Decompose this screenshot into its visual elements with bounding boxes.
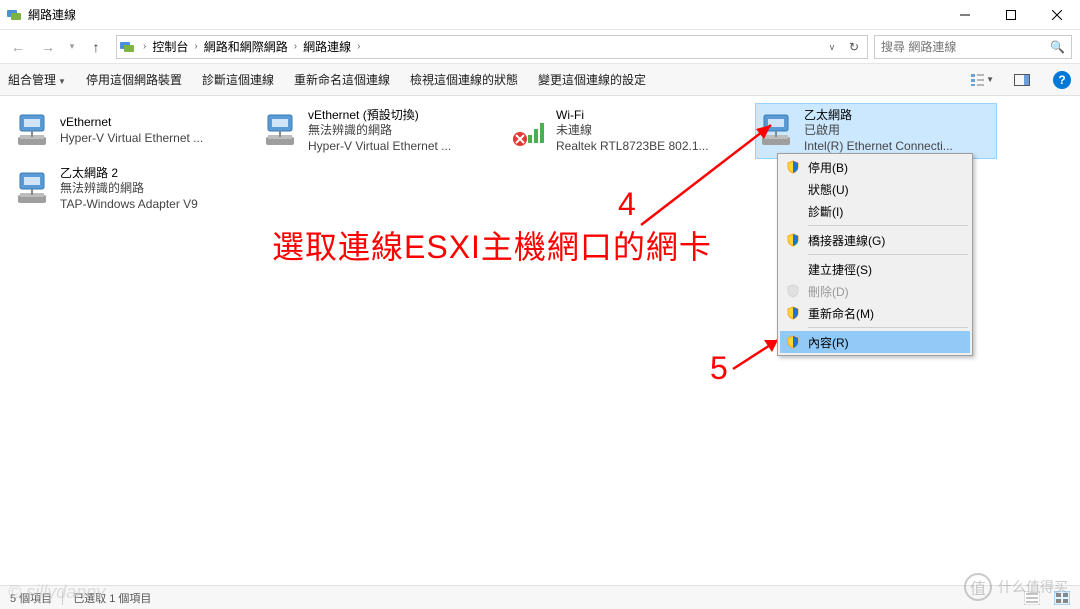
annotation-number-4: 4 [618, 186, 636, 223]
connection-name: vEthernet (預設切換) [308, 108, 498, 124]
connection-status: 已啟用 [804, 123, 994, 139]
connection-ethernet[interactable]: 乙太網路 已啟用 Intel(R) Ethernet Connecti... [756, 104, 996, 158]
connection-name: vEthernet [60, 115, 250, 131]
menu-label: 停用(B) [808, 159, 848, 176]
up-button[interactable]: ↑ [82, 33, 110, 61]
close-button[interactable] [1034, 0, 1080, 30]
help-icon: ? [1053, 71, 1071, 89]
back-button[interactable]: ← [4, 33, 32, 61]
menu-rename[interactable]: 重新命名(M) [780, 302, 970, 324]
context-menu: 停用(B) 狀態(U) 診斷(I) 橋接器連線(G) 建立捷徑(S) 刪除(D)… [777, 153, 973, 356]
shield-icon [786, 335, 800, 349]
annotation-arrow-4 [636, 115, 786, 235]
minimize-button[interactable] [942, 0, 988, 30]
address-bar[interactable]: › 控制台 › 網路和網際網路 › 網路連線 › v ↻ [116, 35, 868, 59]
shield-icon [786, 284, 800, 298]
network-window-icon [6, 7, 22, 23]
crumb-control-panel[interactable]: 控制台 [150, 38, 190, 55]
chevron-icon: › [290, 41, 301, 52]
search-input[interactable] [881, 40, 1050, 54]
help-button[interactable]: ? [1050, 68, 1074, 92]
connection-ethernet-2[interactable]: 乙太網路 2 無法辨識的網路 TAP-Windows Adapter V9 [12, 162, 252, 216]
menu-label: 內容(R) [808, 334, 849, 351]
annotation-number-5: 5 [710, 350, 728, 387]
menu-shortcut[interactable]: 建立捷徑(S) [780, 258, 970, 280]
window-title: 網路連線 [28, 6, 942, 23]
preview-pane-button[interactable] [1010, 68, 1034, 92]
status-bar: 5 個項目 已選取 1 個項目 [0, 585, 1080, 609]
shield-icon [786, 306, 800, 320]
network-adapter-icon [262, 111, 302, 151]
menu-label: 重新命名(M) [808, 305, 874, 322]
view-status-button[interactable]: 檢視這個連線的狀態 [408, 67, 520, 92]
menu-label: 刪除(D) [808, 283, 849, 300]
connection-status: 無法辨識的網路 [60, 181, 250, 197]
network-adapter-icon [14, 111, 54, 151]
view-options-button[interactable]: ▼ [970, 68, 994, 92]
menu-label: 建立捷徑(S) [808, 261, 872, 278]
menu-separator [808, 225, 968, 226]
connection-device: Hyper-V Virtual Ethernet ... [60, 131, 250, 147]
menu-disable[interactable]: 停用(B) [780, 156, 970, 178]
maximize-button[interactable] [988, 0, 1034, 30]
chevron-icon: › [353, 41, 364, 52]
rename-connection-button[interactable]: 重新命名這個連線 [292, 67, 392, 92]
organize-dropdown[interactable]: 組合管理▼ [6, 67, 68, 92]
connection-name: 乙太網路 2 [60, 166, 250, 182]
connection-vethernet[interactable]: vEthernet Hyper-V Virtual Ethernet ... [12, 104, 252, 158]
menu-label: 橋接器連線(G) [808, 232, 885, 249]
watermark-brand-icon: 值 [964, 573, 992, 601]
watermark-brand-text: 什么值得买 [998, 577, 1068, 597]
network-adapter-icon [14, 169, 54, 209]
chevron-icon: › [190, 41, 201, 52]
menu-status[interactable]: 狀態(U) [780, 178, 970, 200]
watermark-right: 值 什么值得买 [964, 573, 1068, 601]
connection-name: 乙太網路 [804, 108, 994, 124]
connection-device: TAP-Windows Adapter V9 [60, 197, 250, 213]
history-dropdown[interactable]: ▾ [64, 33, 80, 61]
menu-separator [808, 327, 968, 328]
menu-separator [808, 254, 968, 255]
wifi-disconnected-icon [510, 111, 550, 151]
diagnose-connection-button[interactable]: 診斷這個連線 [200, 67, 276, 92]
change-settings-button[interactable]: 變更這個連線的設定 [536, 67, 648, 92]
toolbar: 組合管理▼ 停用這個網路裝置 診斷這個連線 重新命名這個連線 檢視這個連線的狀態… [0, 64, 1080, 96]
dropdown-button[interactable]: v [821, 36, 843, 58]
menu-bridge[interactable]: 橋接器連線(G) [780, 229, 970, 251]
connection-status: 無法辨識的網路 [308, 123, 498, 139]
shield-icon [786, 233, 800, 247]
search-icon: 🔍 [1050, 40, 1065, 54]
crumb-network-internet[interactable]: 網路和網際網路 [202, 38, 290, 55]
forward-button[interactable]: → [34, 33, 62, 61]
menu-properties[interactable]: 內容(R) [780, 331, 970, 353]
refresh-button[interactable]: ↻ [843, 36, 865, 58]
menu-label: 診斷(I) [808, 203, 843, 220]
crumb-network-connections[interactable]: 網路連線 [301, 38, 353, 55]
search-box[interactable]: 🔍 [874, 35, 1072, 59]
title-bar: 網路連線 [0, 0, 1080, 30]
connection-vethernet-default[interactable]: vEthernet (預設切換) 無法辨識的網路 Hyper-V Virtual… [260, 104, 500, 158]
navigation-bar: ← → ▾ ↑ › 控制台 › 網路和網際網路 › 網路連線 › v ↻ 🔍 [0, 30, 1080, 64]
shield-icon [786, 160, 800, 174]
menu-delete: 刪除(D) [780, 280, 970, 302]
location-icon [119, 39, 135, 55]
watermark-left: © sillydanny [8, 582, 105, 603]
menu-diagnose[interactable]: 診斷(I) [780, 200, 970, 222]
disable-device-button[interactable]: 停用這個網路裝置 [84, 67, 184, 92]
chevron-icon: › [139, 41, 150, 52]
menu-label: 狀態(U) [808, 181, 849, 198]
connection-device: Hyper-V Virtual Ethernet ... [308, 139, 498, 155]
